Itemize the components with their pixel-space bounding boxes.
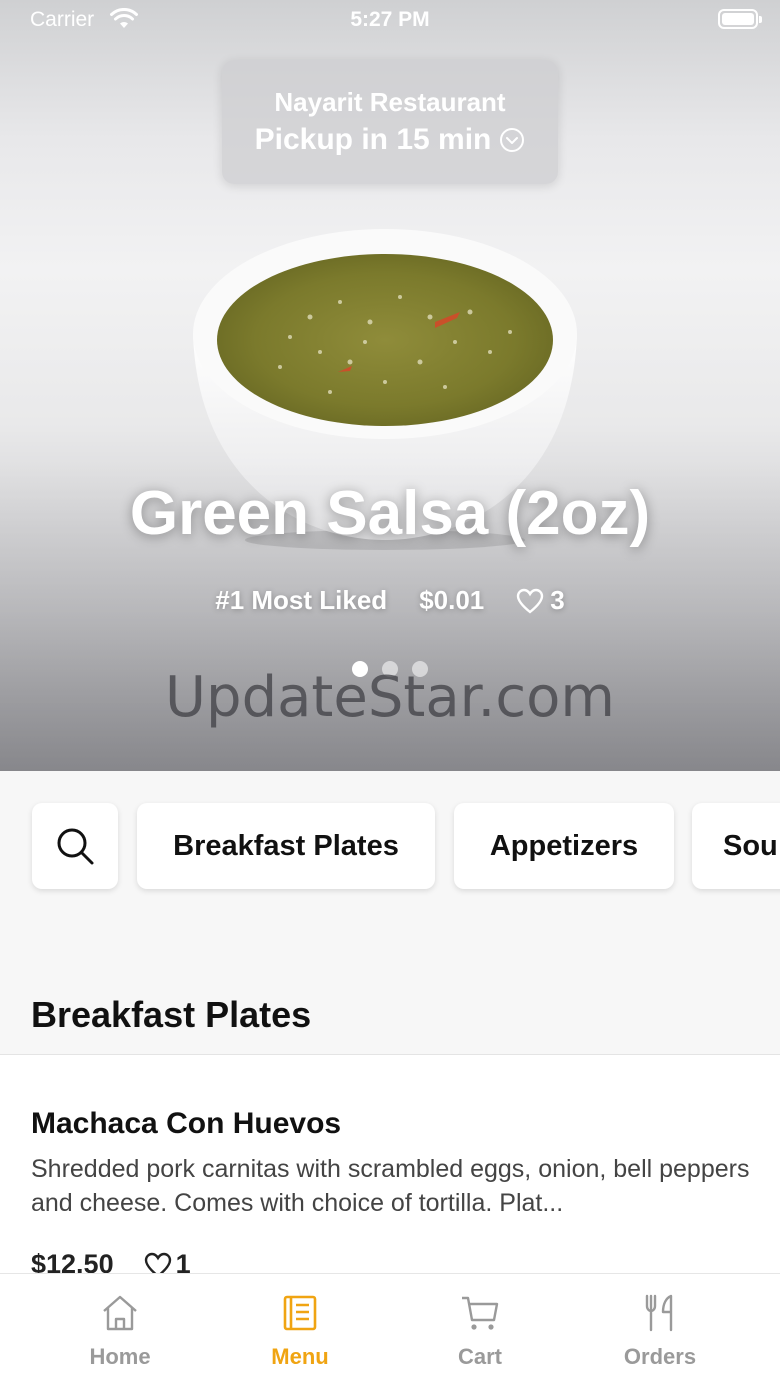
- menu-item-card[interactable]: Machaca Con Huevos Shredded pork carnita…: [0, 1054, 780, 1294]
- pickup-selector[interactable]: Nayarit Restaurant Pickup in 15 min: [222, 60, 558, 184]
- category-chip-breakfast-plates[interactable]: Breakfast Plates: [137, 803, 435, 889]
- hero-banner[interactable]: Carrier 5:27 PM Nayarit Restaurant Picku…: [0, 0, 780, 771]
- tab-orders[interactable]: Orders: [580, 1292, 740, 1370]
- utensils-icon: [645, 1294, 673, 1332]
- featured-dish-title: Green Salsa (2oz): [129, 479, 651, 548]
- likes-number: 3: [550, 585, 565, 615]
- tab-orders-label: Orders: [623, 1344, 697, 1369]
- tab-cart-label: Cart: [457, 1344, 502, 1369]
- category-chip-soups[interactable]: Sou: [692, 803, 780, 889]
- menu-item-description: Shredded pork carnitas with scrambled eg…: [31, 1155, 750, 1217]
- tab-menu-label: Menu: [271, 1344, 329, 1369]
- likes-count[interactable]: 3: [516, 585, 565, 616]
- menu-item-name: Machaca Con Huevos: [31, 1107, 342, 1140]
- search-button[interactable]: [32, 803, 118, 889]
- pickup-time-label: Pickup in 15 min: [254, 123, 492, 156]
- tab-home[interactable]: Home: [40, 1292, 200, 1370]
- status-bar: Carrier 5:27 PM: [0, 0, 780, 40]
- home-icon: [103, 1295, 137, 1331]
- rank-label: #1 Most Liked: [215, 585, 388, 615]
- status-time: 5:27 PM: [350, 8, 430, 31]
- watermark: UpdateStar.com: [165, 665, 615, 730]
- price-label: $0.01: [419, 585, 485, 615]
- search-icon: [57, 828, 94, 865]
- cart-icon: [462, 1296, 499, 1330]
- menu-icon: [283, 1295, 317, 1331]
- restaurant-name: Nayarit Restaurant: [274, 87, 506, 117]
- tab-cart[interactable]: Cart: [400, 1292, 560, 1370]
- category-chip-appetizers[interactable]: Appetizers: [454, 803, 674, 889]
- chevron-down-circle-icon: [500, 128, 525, 152]
- tab-home-label: Home: [89, 1344, 151, 1369]
- heart-icon: [517, 588, 544, 614]
- tab-bar: Home Menu Cart Orders: [0, 1273, 780, 1387]
- featured-dish-meta: #1 Most Liked $0.01 3: [0, 585, 780, 616]
- tab-menu[interactable]: Menu: [220, 1292, 380, 1370]
- battery-icon: [718, 9, 762, 29]
- category-bar[interactable]: Breakfast Plates Appetizers Sou: [0, 771, 780, 971]
- section-title: Breakfast Plates: [31, 994, 312, 1035]
